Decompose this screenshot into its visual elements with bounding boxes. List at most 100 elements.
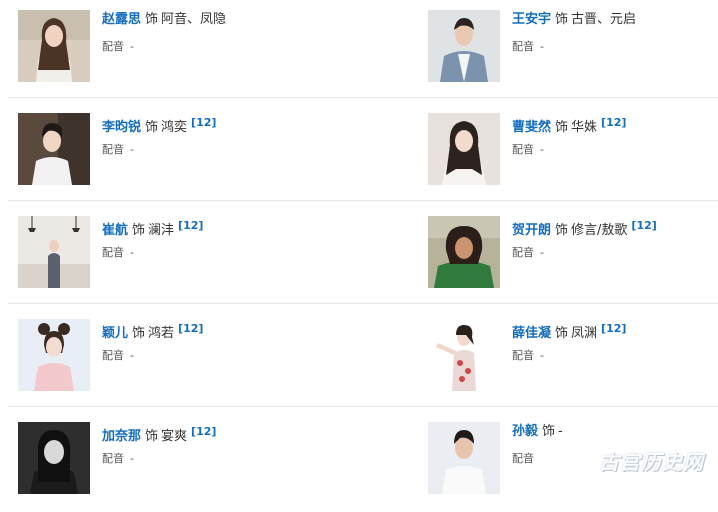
dubbing-label: 配音 <box>102 452 124 465</box>
dubbing-label: 配音 <box>102 246 124 259</box>
role-name: 古晋、元启 <box>571 12 637 27</box>
cast-item: 加奈那饰宴爽 [12] 配音 - <box>18 422 318 512</box>
reference-link[interactable]: [12] <box>178 219 203 232</box>
actor-photo[interactable] <box>428 216 500 288</box>
cast-item: 曹斐然饰华姝 [12] 配音 - <box>428 113 718 203</box>
dubbing-label: 配音 <box>102 349 124 362</box>
cast-title: 李昀锐饰鸿奕 [12] <box>102 114 216 137</box>
role-name: 宴爽 <box>161 429 188 444</box>
shi-label: 饰 <box>145 12 159 27</box>
dubbing-label: 配音 <box>512 246 534 259</box>
cast-title: 孙毅饰 - <box>512 423 563 441</box>
actor-name-link[interactable]: 曹斐然 <box>512 120 551 135</box>
cast-item: 李昀锐饰鸿奕 [12] 配音 - <box>18 113 318 203</box>
actor-name-link[interactable]: 薛佳凝 <box>512 326 551 341</box>
dubbing-line: 配音 <box>512 450 540 466</box>
shi-label: 饰 <box>555 12 569 27</box>
dubbing-value: - <box>540 40 544 53</box>
actor-name-link[interactable]: 李昀锐 <box>102 120 141 135</box>
dubbing-value: - <box>540 349 544 362</box>
dubbing-value: - <box>540 246 544 259</box>
role-name: 修言/敖歌 <box>571 223 628 238</box>
dubbing-line: 配音 - <box>512 141 544 157</box>
dubbing-line: 配音 - <box>512 244 544 260</box>
dubbing-label: 配音 <box>102 40 124 53</box>
dubbing-line: 配音 - <box>512 347 544 363</box>
cast-item: 赵露思饰阿音、凤隐 配音 - <box>18 10 318 100</box>
cast-title: 贺开朗饰修言/敖歌 [12] <box>512 217 657 240</box>
dubbing-value: - <box>130 143 134 156</box>
actor-photo[interactable] <box>428 113 500 185</box>
dubbing-value: - <box>130 246 134 259</box>
shi-label: 饰 <box>555 326 569 341</box>
cast-item: 颖儿饰鸿若 [12] 配音 - <box>18 319 318 409</box>
shi-label: 饰 <box>145 429 159 444</box>
dubbing-label: 配音 <box>512 40 534 53</box>
cast-title: 赵露思饰阿音、凤隐 <box>102 11 226 29</box>
actor-photo[interactable] <box>18 422 90 494</box>
row-divider <box>8 97 718 98</box>
reference-link[interactable]: [12] <box>191 425 216 438</box>
role-name: 凤渊 <box>571 326 598 341</box>
dubbing-value: - <box>130 452 134 465</box>
dubbing-value: - <box>540 143 544 156</box>
dubbing-line: 配音 - <box>102 347 134 363</box>
site-watermark: 古宫历史网 <box>599 450 704 474</box>
cast-title: 加奈那饰宴爽 [12] <box>102 423 216 446</box>
dubbing-line: 配音 - <box>102 141 134 157</box>
cast-grid: 赵露思饰阿音、凤隐 配音 - 王安宇饰古晋、元启 配音 - 李昀锐 饰 鸿奕 [… <box>0 0 718 501</box>
cast-item: 崔航饰澜沣 [12] 配音 - <box>18 216 318 306</box>
actor-photo[interactable] <box>18 319 90 391</box>
dubbing-label: 配音 <box>512 349 534 362</box>
actor-name-link[interactable]: 崔航 <box>102 223 128 238</box>
role-name: 澜沣 <box>148 223 175 238</box>
actor-photo[interactable] <box>428 10 500 82</box>
dubbing-value: - <box>130 40 134 53</box>
cast-item: 王安宇饰古晋、元启 配音 - <box>428 10 718 100</box>
actor-name-link[interactable]: 孙毅 <box>512 424 538 439</box>
cast-title: 薛佳凝饰凤渊 [12] <box>512 320 626 343</box>
actor-name-link[interactable]: 贺开朗 <box>512 223 551 238</box>
shi-label: 饰 <box>132 223 146 238</box>
shi-label: 饰 <box>132 326 146 341</box>
actor-name-link[interactable]: 颖儿 <box>102 326 128 341</box>
shi-label: 饰 <box>555 223 569 238</box>
dubbing-line: 配音 - <box>102 38 134 54</box>
actor-name-link[interactable]: 加奈那 <box>102 429 141 444</box>
cast-item: 贺开朗饰修言/敖歌 [12] 配音 - <box>428 216 718 306</box>
cast-item: 薛佳凝饰凤渊 [12] 配音 - <box>428 319 718 409</box>
actor-photo[interactable] <box>18 216 90 288</box>
cast-title: 王安宇饰古晋、元启 <box>512 11 636 29</box>
dubbing-label: 配音 <box>512 452 534 465</box>
actor-photo[interactable] <box>18 113 90 185</box>
role-name: 鸿奕 <box>161 120 188 135</box>
dubbing-line: 配音 - <box>102 244 134 260</box>
cast-title: 崔航饰澜沣 [12] <box>102 217 203 240</box>
cast-title: 颖儿饰鸿若 [12] <box>102 320 203 343</box>
row-divider <box>8 406 718 407</box>
cast-title: 曹斐然饰华姝 [12] <box>512 114 626 137</box>
row-divider <box>8 200 718 201</box>
reference-link[interactable]: [12] <box>191 116 216 129</box>
role-name: 鸿若 <box>148 326 175 341</box>
row-divider <box>8 303 718 304</box>
dubbing-line: 配音 - <box>512 38 544 54</box>
reference-link[interactable]: [12] <box>601 322 626 335</box>
dubbing-value: - <box>130 349 134 362</box>
reference-link[interactable]: [12] <box>631 219 656 232</box>
actor-name-link[interactable]: 王安宇 <box>512 12 551 27</box>
shi-label: 饰 <box>542 424 556 439</box>
dubbing-label: 配音 <box>102 143 124 156</box>
shi-label: 饰 <box>145 120 159 135</box>
reference-link[interactable]: [12] <box>601 116 626 129</box>
actor-photo[interactable] <box>428 422 500 494</box>
shi-label: 饰 <box>555 120 569 135</box>
actor-photo[interactable] <box>428 319 500 391</box>
reference-link[interactable]: [12] <box>178 322 203 335</box>
actor-name-link[interactable]: 赵露思 <box>102 12 141 27</box>
role-name: 华姝 <box>571 120 598 135</box>
role-name: - <box>558 424 563 439</box>
dubbing-label: 配音 <box>512 143 534 156</box>
actor-photo[interactable] <box>18 10 90 82</box>
dubbing-line: 配音 - <box>102 450 134 466</box>
